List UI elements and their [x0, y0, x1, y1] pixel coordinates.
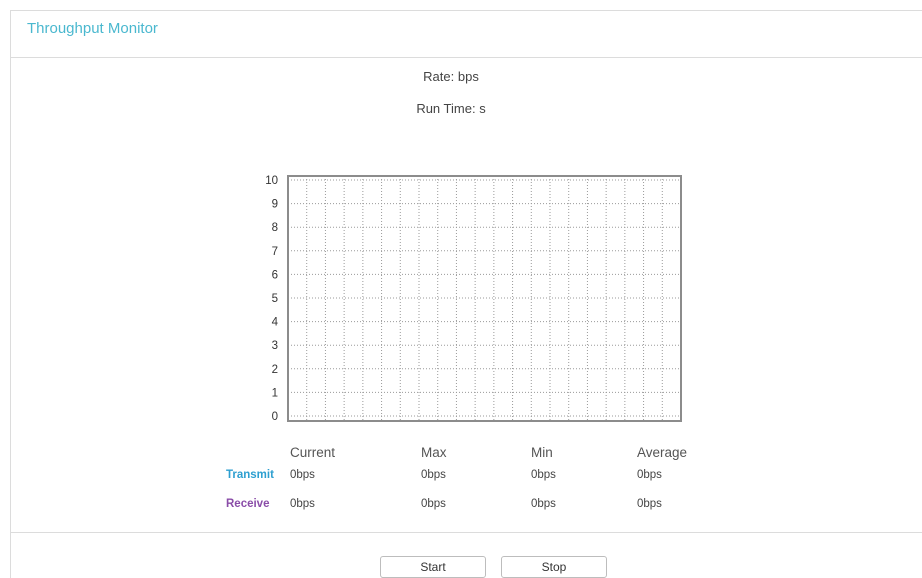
stop-button[interactable]: Stop	[501, 556, 607, 578]
transmit-current-value: 0bps	[290, 469, 315, 481]
receive-label: Receive	[226, 498, 270, 510]
throughput-chart: 0 1 2 3 4 5 6 7 8 9 10	[265, 175, 682, 423]
transmit-label: Transmit	[226, 469, 274, 481]
y-tick-label: 0	[272, 411, 278, 423]
transmit-average-value: 0bps	[637, 469, 662, 481]
receive-current-value: 0bps	[290, 498, 315, 510]
y-tick-label: 9	[272, 199, 278, 211]
start-button[interactable]: Start	[380, 556, 486, 578]
y-tick-label: 3	[272, 340, 278, 352]
y-tick-label: 10	[265, 175, 278, 187]
stats-header-current: Current	[290, 445, 336, 460]
transmit-min-value: 0bps	[531, 469, 556, 481]
footer-divider	[10, 532, 922, 533]
stats-header-average: Average	[637, 445, 688, 460]
chart-frame	[287, 175, 682, 422]
stats-header-max: Max	[421, 445, 447, 460]
receive-average-value: 0bps	[637, 498, 662, 510]
y-tick-label: 2	[272, 364, 278, 376]
receive-max-value: 0bps	[421, 498, 446, 510]
y-tick-label: 1	[272, 387, 278, 399]
y-tick-label: 7	[272, 246, 278, 258]
y-tick-label: 8	[272, 222, 278, 234]
stats-header-min: Min	[531, 445, 553, 460]
receive-min-value: 0bps	[531, 498, 556, 510]
y-tick-label: 6	[272, 269, 278, 281]
transmit-max-value: 0bps	[421, 469, 446, 481]
y-tick-label: 4	[272, 317, 279, 329]
y-tick-label: 5	[272, 293, 278, 305]
